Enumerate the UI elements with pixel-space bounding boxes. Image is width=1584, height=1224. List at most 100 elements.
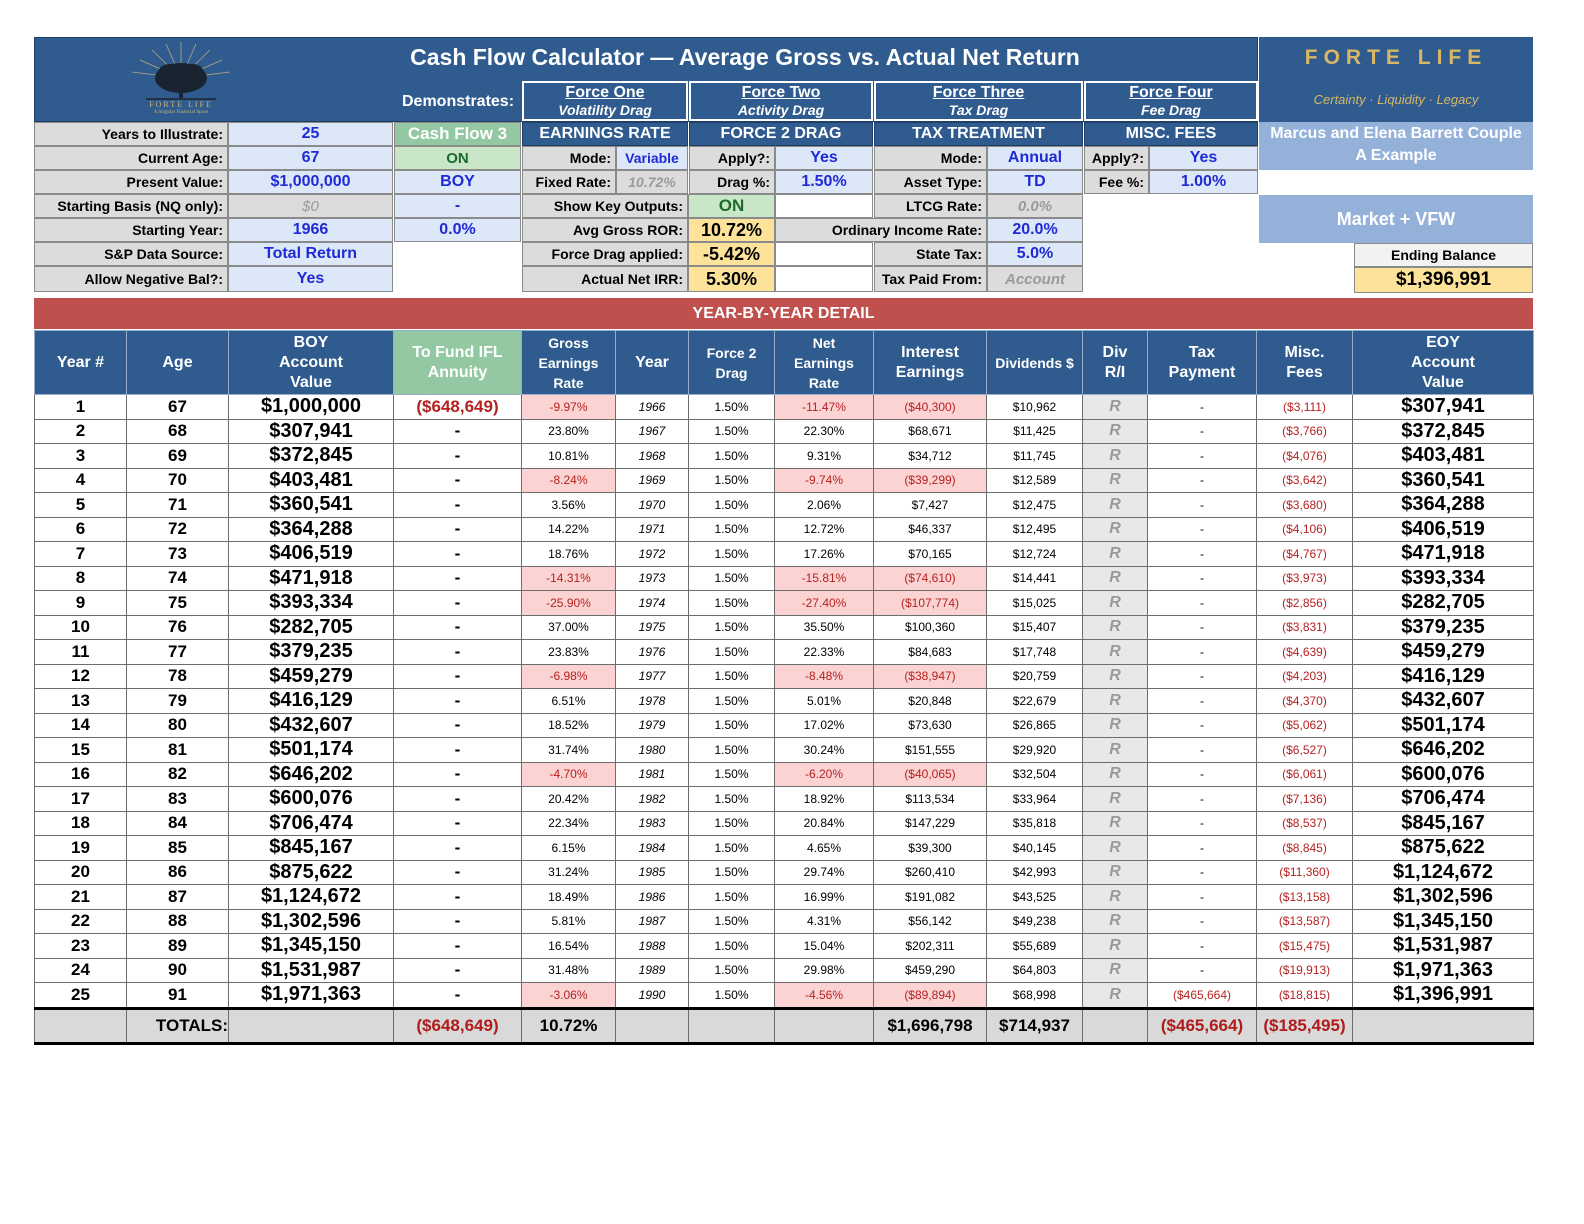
cell-age: 82 xyxy=(126,761,229,787)
cell-gross-rate: 31.24% xyxy=(521,859,616,885)
col-year-num: Year # xyxy=(34,330,127,395)
cell-boy-value: $1,531,987 xyxy=(228,957,394,983)
cell-div-ri: R xyxy=(1082,737,1148,763)
sp-source-select[interactable]: Total Return xyxy=(228,242,393,266)
ordinary-income-input[interactable]: 20.0% xyxy=(987,218,1083,242)
table-row: 25 91 $1,971,363- -3.06% 1990 1.50% -4.56% ($89… xyxy=(34,982,1534,1009)
cell-age: 83 xyxy=(126,786,229,812)
cell-misc-fees: ($15,475) xyxy=(1256,933,1353,959)
cell-year-num: 15 xyxy=(34,737,127,763)
cell-eoy-value: $501,174 xyxy=(1352,712,1534,738)
cell-interest: $70,165 xyxy=(873,541,987,567)
cell-fund-annuity: - xyxy=(393,688,522,714)
cell-age: 79 xyxy=(126,688,229,714)
tax-mode-select[interactable]: Annual xyxy=(987,146,1083,170)
cell-misc-fees: ($3,642) xyxy=(1256,467,1353,493)
cell-eoy-value: $364,288 xyxy=(1352,492,1534,518)
cell-eoy-value: $360,541 xyxy=(1352,467,1534,493)
cell-force2-drag: 1.50% xyxy=(688,590,775,616)
totals-blank-4 xyxy=(688,1006,775,1045)
cell-year-num: 12 xyxy=(34,663,127,689)
cell-div-ri: R xyxy=(1082,786,1148,812)
ltcg-input[interactable]: 0.0% xyxy=(987,194,1083,218)
cell-boy-value: $501,174 xyxy=(228,737,394,763)
asset-type-label: Asset Type: xyxy=(874,170,987,194)
cashflow-dash[interactable]: - xyxy=(394,194,521,218)
show-outputs-toggle[interactable]: ON xyxy=(688,194,775,218)
cell-interest: $46,337 xyxy=(873,516,987,542)
cell-gross-rate: -25.90% xyxy=(521,590,616,616)
earnings-mode-label: Mode: xyxy=(522,146,616,170)
start-year-input[interactable]: 1966 xyxy=(228,218,393,242)
cell-force2-drag: 1.50% xyxy=(688,663,775,689)
age-input[interactable]: 67 xyxy=(228,146,393,170)
totals-blank-7 xyxy=(1352,1006,1534,1045)
cell-boy-value: $875,622 xyxy=(228,859,394,885)
cell-eoy-value: $845,167 xyxy=(1352,810,1534,836)
cell-force2-drag: 1.50% xyxy=(688,492,775,518)
cell-age: 87 xyxy=(126,884,229,910)
logo-subtext: A Singular Financial Space xyxy=(153,110,209,115)
basis-input[interactable]: $0 xyxy=(228,194,393,218)
cashflow-timing[interactable]: BOY xyxy=(394,170,521,194)
ending-balance-value: $1,396,991 xyxy=(1354,267,1533,293)
cell-force2-drag: 1.50% xyxy=(688,835,775,861)
cell-age: 86 xyxy=(126,859,229,885)
cell-force2-drag: 1.50% xyxy=(688,394,775,420)
totals-label: TOTALS: xyxy=(126,1006,229,1045)
asset-type-select[interactable]: TD xyxy=(987,170,1083,194)
cell-force2-drag: 1.50% xyxy=(688,884,775,910)
cell-interest: $459,290 xyxy=(873,957,987,983)
cell-age: 91 xyxy=(126,982,229,1009)
cell-net-rate: 2.06% xyxy=(774,492,874,518)
net-irr-value: 5.30% xyxy=(688,266,775,292)
force-three-title: Force Three xyxy=(932,84,1025,101)
cell-interest: ($89,894) xyxy=(873,982,987,1009)
cell-div-ri: R xyxy=(1082,982,1148,1009)
cell-gross-rate: 16.54% xyxy=(521,933,616,959)
tax-paid-from-select[interactable]: Account xyxy=(987,266,1083,292)
totals-interest: $1,696,798 xyxy=(873,1006,987,1045)
fixed-rate-input[interactable]: 10.72% xyxy=(616,170,688,194)
cell-net-rate: 12.72% xyxy=(774,516,874,542)
cell-tax-payment: - xyxy=(1147,786,1257,812)
scenario-button[interactable]: Market + VFW xyxy=(1259,195,1533,243)
earnings-mode-select[interactable]: Variable xyxy=(616,146,688,170)
cell-age: 78 xyxy=(126,663,229,689)
avg-gross-value: 10.72% xyxy=(688,218,775,242)
fee-pct-input[interactable]: 1.00% xyxy=(1149,170,1258,194)
table-row: 20 86 $875,622-31.24% 1985 1.50% 29.74% $260,4… xyxy=(34,859,1534,885)
cell-year-num: 8 xyxy=(34,565,127,591)
cell-boy-value: $1,302,596 xyxy=(228,908,394,934)
cell-fund-annuity: - xyxy=(393,541,522,567)
col-year: Year xyxy=(615,330,689,395)
cell-gross-rate: -8.24% xyxy=(521,467,616,493)
cell-tax-payment: - xyxy=(1147,810,1257,836)
allow-negative-select[interactable]: Yes xyxy=(228,266,393,292)
cell-eoy-value: $379,235 xyxy=(1352,614,1534,640)
cell-tax-payment: - xyxy=(1147,418,1257,444)
cell-eoy-value: $1,531,987 xyxy=(1352,933,1534,959)
cell-year: 1979 xyxy=(615,712,689,738)
fees-apply-select[interactable]: Yes xyxy=(1149,146,1258,170)
cell-tax-payment: - xyxy=(1147,541,1257,567)
cell-gross-rate: 18.52% xyxy=(521,712,616,738)
force2-apply-select[interactable]: Yes xyxy=(775,146,873,170)
cell-boy-value: $282,705 xyxy=(228,614,394,640)
force2-drag-input[interactable]: 1.50% xyxy=(775,170,873,194)
pv-input[interactable]: $1,000,000 xyxy=(228,170,393,194)
cashflow-rate[interactable]: 0.0% xyxy=(394,218,521,242)
cell-gross-rate: -6.98% xyxy=(521,663,616,689)
cell-eoy-value: $1,971,363 xyxy=(1352,957,1534,983)
cell-age: 89 xyxy=(126,933,229,959)
cell-eoy-value: $459,279 xyxy=(1352,639,1534,665)
force-four-title: Force Four xyxy=(1129,84,1213,101)
cell-year: 1970 xyxy=(615,492,689,518)
cashflow-status[interactable]: ON xyxy=(394,146,521,170)
detail-table: Year # Age BOY Account Value To Fund IFL… xyxy=(34,330,1534,1045)
years-input[interactable]: 25 xyxy=(228,122,393,146)
cell-fund-annuity: - xyxy=(393,810,522,836)
state-tax-input[interactable]: 5.0% xyxy=(987,242,1083,266)
cell-year: 1975 xyxy=(615,614,689,640)
cell-net-rate: -27.40% xyxy=(774,590,874,616)
